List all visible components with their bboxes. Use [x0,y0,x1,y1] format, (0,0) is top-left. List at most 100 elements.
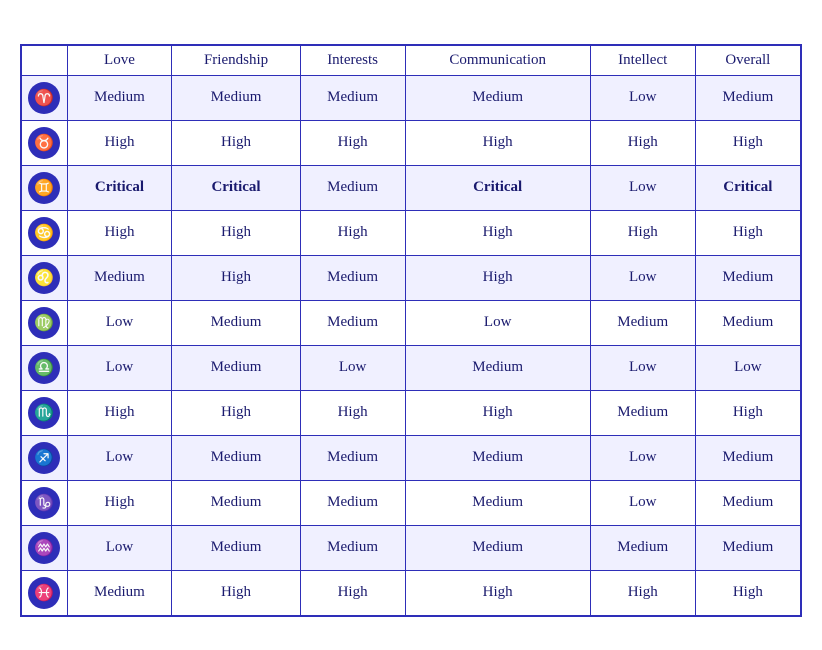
column-header-communication: Communication [405,45,590,76]
value-cell-libra-communication: Medium [405,345,590,390]
sign-cell-virgo: ♍ [21,300,67,345]
value-cell-pisces-love: Medium [67,570,172,616]
value-cell-libra-intellect: Low [590,345,695,390]
value-cell-pisces-communication: High [405,570,590,616]
value-cell-capricorn-friendship: Medium [172,480,300,525]
sign-cell-gemini: ♊ [21,165,67,210]
value-cell-virgo-communication: Low [405,300,590,345]
value-cell-pisces-interests: High [300,570,405,616]
value-cell-aries-overall: Medium [695,75,801,120]
value-cell-scorpio-communication: High [405,390,590,435]
value-cell-taurus-overall: High [695,120,801,165]
value-cell-capricorn-intellect: Low [590,480,695,525]
taurus-icon: ♉ [28,127,60,159]
value-cell-cancer-intellect: High [590,210,695,255]
value-cell-virgo-overall: Medium [695,300,801,345]
value-cell-virgo-intellect: Medium [590,300,695,345]
scorpio-icon: ♏ [28,397,60,429]
value-cell-virgo-friendship: Medium [172,300,300,345]
sign-cell-aries: ♈ [21,75,67,120]
value-cell-cancer-communication: High [405,210,590,255]
capricorn-icon: ♑ [28,487,60,519]
sign-cell-aquarius: ♒ [21,525,67,570]
column-header-love: Love [67,45,172,76]
value-cell-leo-interests: Medium [300,255,405,300]
leo-icon: ♌ [28,262,60,294]
value-cell-cancer-friendship: High [172,210,300,255]
page-wrapper: LoveFriendshipInterestsCommunicationInte… [0,10,822,641]
value-cell-pisces-overall: High [695,570,801,616]
value-cell-sagittarius-overall: Medium [695,435,801,480]
table-row: ♏HighHighHighHighMediumHigh [21,390,801,435]
column-header-overall: Overall [695,45,801,76]
table-row: ♎LowMediumLowMediumLowLow [21,345,801,390]
value-cell-leo-overall: Medium [695,255,801,300]
value-cell-aries-love: Medium [67,75,172,120]
value-cell-aries-interests: Medium [300,75,405,120]
value-cell-pisces-intellect: High [590,570,695,616]
table-row: ♉HighHighHighHighHighHigh [21,120,801,165]
value-cell-scorpio-interests: High [300,390,405,435]
value-cell-sagittarius-communication: Medium [405,435,590,480]
value-cell-cancer-overall: High [695,210,801,255]
value-cell-cancer-love: High [67,210,172,255]
table-row: ♊CriticalCriticalMediumCriticalLowCritic… [21,165,801,210]
value-cell-aries-communication: Medium [405,75,590,120]
value-cell-taurus-love: High [67,120,172,165]
sign-cell-scorpio: ♏ [21,390,67,435]
value-cell-leo-love: Medium [67,255,172,300]
value-cell-leo-communication: High [405,255,590,300]
pisces-icon: ♓ [28,577,60,609]
value-cell-gemini-intellect: Low [590,165,695,210]
value-cell-aquarius-friendship: Medium [172,525,300,570]
value-cell-sagittarius-interests: Medium [300,435,405,480]
gemini-icon: ♊ [28,172,60,204]
table-row: ♍LowMediumMediumLowMediumMedium [21,300,801,345]
value-cell-capricorn-overall: Medium [695,480,801,525]
value-cell-leo-intellect: Low [590,255,695,300]
sign-cell-sagittarius: ♐ [21,435,67,480]
table-row: ♌MediumHighMediumHighLowMedium [21,255,801,300]
table-row: ♐LowMediumMediumMediumLowMedium [21,435,801,480]
value-cell-aquarius-interests: Medium [300,525,405,570]
sign-cell-pisces: ♓ [21,570,67,616]
table-header-row: LoveFriendshipInterestsCommunicationInte… [21,45,801,76]
value-cell-gemini-communication: Critical [405,165,590,210]
value-cell-sagittarius-love: Low [67,435,172,480]
value-cell-taurus-interests: High [300,120,405,165]
value-cell-sagittarius-friendship: Medium [172,435,300,480]
sagittarius-icon: ♐ [28,442,60,474]
value-cell-capricorn-communication: Medium [405,480,590,525]
value-cell-scorpio-overall: High [695,390,801,435]
value-cell-gemini-friendship: Critical [172,165,300,210]
value-cell-aquarius-intellect: Medium [590,525,695,570]
value-cell-scorpio-friendship: High [172,390,300,435]
table-row: ♓MediumHighHighHighHighHigh [21,570,801,616]
value-cell-libra-overall: Low [695,345,801,390]
value-cell-aquarius-love: Low [67,525,172,570]
table-row: ♋HighHighHighHighHighHigh [21,210,801,255]
sign-column-header [21,45,67,76]
sign-cell-libra: ♎ [21,345,67,390]
value-cell-leo-friendship: High [172,255,300,300]
value-cell-gemini-overall: Critical [695,165,801,210]
value-cell-capricorn-love: High [67,480,172,525]
cancer-icon: ♋ [28,217,60,249]
value-cell-capricorn-interests: Medium [300,480,405,525]
sign-cell-taurus: ♉ [21,120,67,165]
libra-icon: ♎ [28,352,60,384]
value-cell-taurus-intellect: High [590,120,695,165]
sign-cell-leo: ♌ [21,255,67,300]
value-cell-taurus-friendship: High [172,120,300,165]
compatibility-table: LoveFriendshipInterestsCommunicationInte… [20,44,802,617]
value-cell-gemini-love: Critical [67,165,172,210]
value-cell-libra-interests: Low [300,345,405,390]
table-row: ♈MediumMediumMediumMediumLowMedium [21,75,801,120]
value-cell-cancer-interests: High [300,210,405,255]
aquarius-icon: ♒ [28,532,60,564]
value-cell-scorpio-intellect: Medium [590,390,695,435]
value-cell-libra-love: Low [67,345,172,390]
value-cell-sagittarius-intellect: Low [590,435,695,480]
value-cell-virgo-interests: Medium [300,300,405,345]
value-cell-scorpio-love: High [67,390,172,435]
